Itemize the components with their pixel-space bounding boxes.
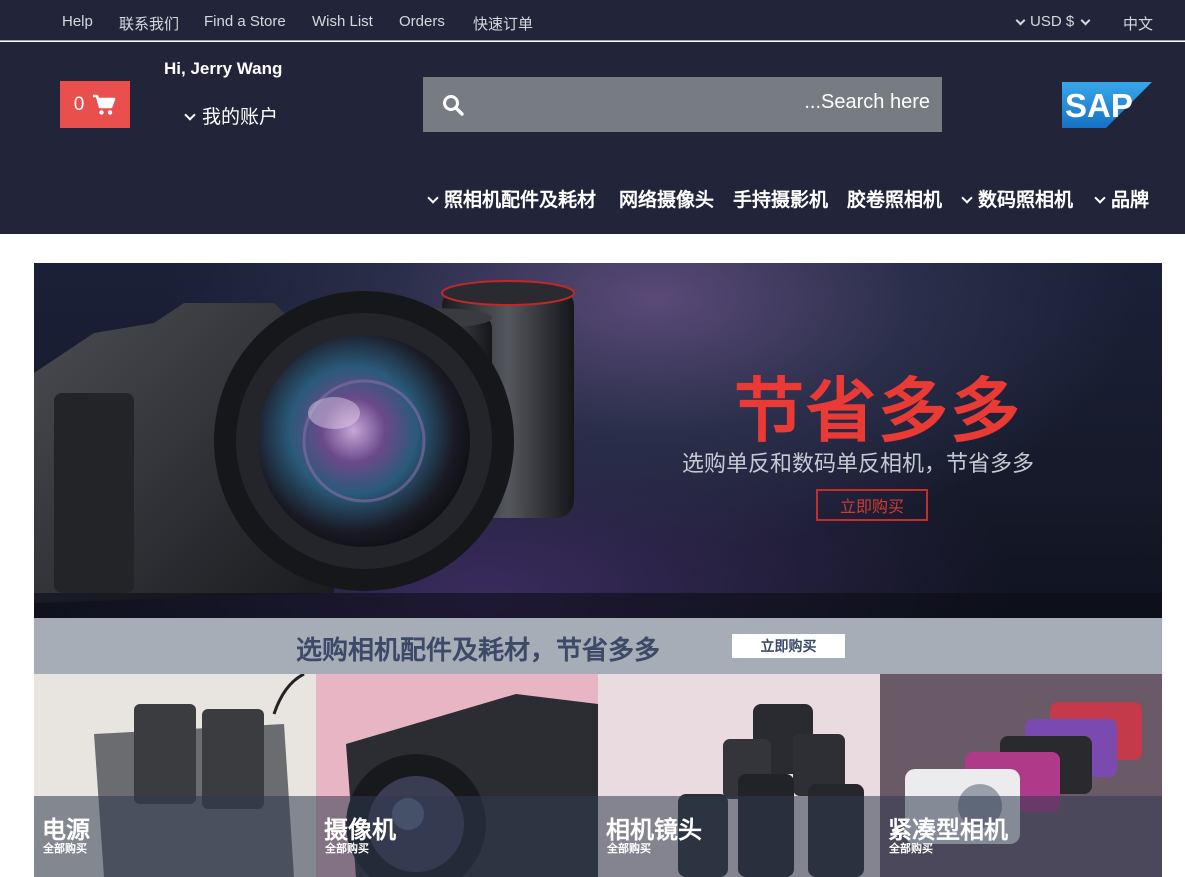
orders-link[interactable]: Orders (399, 13, 445, 30)
nav-item-camera-accessories[interactable]: 照相机配件及耗材 (427, 185, 596, 212)
top-utility-bar: Help 联系我们 Find a Store Wish List Orders … (0, 0, 1185, 41)
logo-text: SAP (1065, 87, 1133, 124)
category-tile-power[interactable]: 电源 全部购买 (34, 674, 316, 877)
tile-shop-all-link[interactable]: 全部购买 (607, 840, 651, 856)
search-placeholder: ...Search here (804, 91, 930, 113)
promo-buy-button[interactable]: 立即购买 (732, 634, 845, 658)
chevron-down-icon (1080, 15, 1091, 26)
language-selector[interactable]: 中文 (1123, 13, 1153, 34)
tile-shop-all-link[interactable]: 全部购买 (325, 840, 369, 856)
chevron-down-icon (1094, 192, 1106, 205)
hero-subtitle: 选购单反和数码单反相机，节省多多 (682, 451, 1035, 476)
hero-title: 节省多多 (734, 372, 1022, 450)
nav-label: 数码照相机 (978, 190, 1074, 211)
user-greeting: Hi, Jerry Wang (164, 59, 283, 78)
cart-icon (93, 94, 116, 115)
nav-item-camcorders[interactable]: 手持摄影机 (733, 185, 828, 212)
currency-label: USD $ (1030, 13, 1075, 30)
help-link[interactable]: Help (62, 13, 93, 30)
chevron-down-icon (961, 192, 973, 205)
sap-logo[interactable]: SAP (1062, 82, 1152, 128)
nav-label: 照相机配件及耗材 (444, 190, 597, 211)
cart-count: 0 (73, 93, 85, 115)
nav-item-webcams[interactable]: 网络摄像头 (619, 185, 714, 212)
my-account-menu[interactable]: 我的账户 (184, 102, 278, 129)
currency-selector[interactable]: USD $ (1015, 13, 1095, 30)
accessories-promo-strip[interactable]: 选购相机配件及耗材，节省多多 立即购买 (34, 618, 1162, 674)
nav-item-brands[interactable]: 品牌 (1094, 185, 1149, 212)
nav-label: 胶卷照相机 (847, 190, 943, 211)
nav-label: 网络摄像头 (619, 190, 715, 211)
nav-label: 手持摄影机 (733, 190, 829, 211)
nav-label: 品牌 (1111, 190, 1150, 211)
promo-text: 选购相机配件及耗材，节省多多 (296, 635, 661, 665)
category-tile-compact-cameras[interactable]: 紧凑型相机 全部购买 (880, 674, 1162, 877)
my-account-label: 我的账户 (202, 107, 279, 128)
chevron-down-icon (184, 109, 196, 122)
category-tile-camcorders[interactable]: 摄像机 全部购买 (316, 674, 598, 877)
tile-shop-all-link[interactable]: 全部购买 (43, 840, 87, 856)
mini-cart-button[interactable]: 0 (60, 81, 130, 128)
chevron-down-icon (1015, 15, 1026, 26)
nav-item-digital-cameras[interactable]: 数码照相机 (961, 185, 1073, 212)
category-tile-camera-lenses[interactable]: 相机镜头 全部购买 (598, 674, 880, 877)
hero-banner[interactable]: 节省多多 选购单反和数码单反相机，节省多多 立即购买 (34, 263, 1162, 618)
find-store-link[interactable]: Find a Store (204, 13, 286, 30)
hero-buy-button[interactable]: 立即购买 (816, 489, 928, 521)
search-input[interactable]: ...Search here (423, 77, 942, 132)
nav-item-film-cameras[interactable]: 胶卷照相机 (847, 185, 942, 212)
search-icon[interactable] (442, 94, 464, 116)
site-header: 0 Hi, Jerry Wang 我的账户 ...Search here SAP… (0, 42, 1185, 234)
quick-order-link[interactable]: 快速订单 (473, 13, 533, 34)
wish-list-link[interactable]: Wish List (312, 13, 373, 30)
contact-us-link[interactable]: 联系我们 (119, 13, 179, 34)
chevron-down-icon (427, 192, 439, 205)
tile-shop-all-link[interactable]: 全部购买 (889, 840, 933, 856)
